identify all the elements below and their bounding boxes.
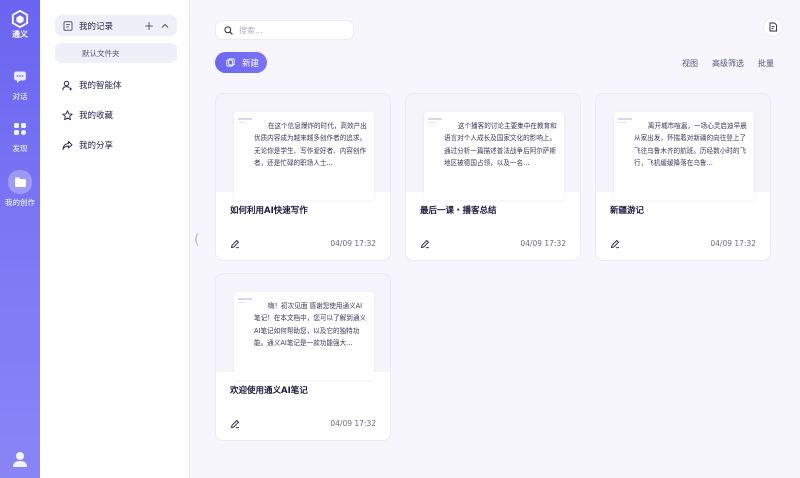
- card-title: 最后一课・播客总结: [420, 206, 497, 216]
- sidebar-item-shares[interactable]: 我的分享: [62, 139, 113, 151]
- new-button[interactable]: 新建: [215, 52, 267, 73]
- main-content: 新建 视图 高级筛选 批量 在这个信息爆炸的时代，高效产出优质内容成为越来越多创…: [191, 0, 800, 478]
- card-excerpt: 在这个信息爆炸的时代，高效产出优质内容成为越来越多创作者的追求。无论你是学生、写…: [254, 122, 367, 168]
- card-paper: 在这个信息爆炸的时代，高效产出优质内容成为越来越多创作者的追求。无论你是学生、写…: [234, 112, 374, 200]
- card-title: 如何利用AI快速写作: [230, 206, 308, 216]
- rail-item-label: 我的创作: [5, 198, 35, 207]
- star-icon: [62, 109, 73, 120]
- search-icon: [224, 25, 233, 35]
- edit-icon[interactable]: [610, 239, 620, 249]
- rail-item-label: 对话: [12, 92, 28, 101]
- card-preview: 离开城市喧嚣，一场心灵启迪早晨从家出发，怀揣着对新疆的向往登上了飞往乌鲁木齐的航…: [596, 94, 770, 200]
- card-excerpt: 嗨！初次见面 感谢您使用通义AI笔记！在本文档中，您可以了解到通义AI笔记如何帮…: [254, 302, 367, 348]
- card-date: 04/09 17:32: [710, 239, 756, 248]
- default-folder[interactable]: 默认文件夹: [55, 43, 177, 63]
- card-date: 04/09 17:32: [520, 239, 566, 248]
- card-title: 新疆游记: [610, 206, 645, 216]
- agent-icon: [62, 80, 73, 91]
- note-add-icon: [769, 22, 777, 32]
- new-document-icon: [226, 58, 235, 67]
- default-folder-label: 默认文件夹: [82, 48, 120, 58]
- note-card[interactable]: 离开城市喧嚣，一场心灵启迪早晨从家出发，怀揣着对新疆的向往登上了飞往乌鲁木齐的航…: [595, 93, 771, 261]
- user-avatar-icon[interactable]: [11, 450, 29, 468]
- advanced-filter-button[interactable]: 高级筛选: [712, 58, 744, 69]
- rail-item-my-creations[interactable]: 我的创作: [0, 170, 40, 208]
- card-paper: 这个播客的讨论主要集中在教育和语言对个人成长及国家文化的影响上。通过分析一篇描述…: [424, 112, 564, 200]
- card-preview: 嗨！初次见面 感谢您使用通义AI笔记！在本文档中，您可以了解到通义AI笔记如何帮…: [216, 274, 390, 380]
- new-button-label: 新建: [242, 58, 260, 69]
- chat-icon: [9, 66, 31, 88]
- edit-icon[interactable]: [230, 239, 240, 249]
- card-preview: 这个播客的讨论主要集中在教育和语言对个人成长及国家文化的影响上。通过分析一篇描述…: [406, 94, 580, 200]
- note-card[interactable]: 嗨！初次见面 感谢您使用通义AI笔记！在本文档中，您可以了解到通义AI笔记如何帮…: [215, 273, 391, 441]
- card-excerpt: 这个播客的讨论主要集中在教育和语言对个人成长及国家文化的影响上。通过分析一篇描述…: [444, 122, 557, 168]
- card-title: 欢迎使用通义AI笔记: [230, 386, 308, 396]
- add-folder-icon[interactable]: +: [144, 20, 154, 32]
- sidebar-item-label: 我的智能体: [79, 81, 122, 91]
- grid-icon: [9, 118, 31, 140]
- tongyi-logo-icon: [11, 10, 29, 28]
- sidebar-collapse-handle[interactable]: (: [194, 232, 199, 248]
- batch-button[interactable]: 批量: [758, 58, 774, 69]
- sidebar-item-label: 我的分享: [79, 141, 114, 151]
- app-name: 通义: [12, 30, 28, 39]
- sidebar-item-label: 我的收藏: [79, 111, 114, 121]
- sidebar-item-favorites[interactable]: 我的收藏: [62, 109, 113, 121]
- left-rail: 通义 对话 发现 我的创作: [0, 0, 40, 478]
- rail-item-label: 发现: [12, 144, 28, 153]
- card-date: 04/09 17:32: [330, 419, 376, 428]
- rail-item-chat[interactable]: 对话: [0, 66, 40, 102]
- my-records-header[interactable]: 我的记录 +: [55, 15, 177, 36]
- chevron-up-icon[interactable]: [161, 22, 169, 30]
- rail-item-discover[interactable]: 发现: [0, 118, 40, 154]
- share-icon: [62, 140, 73, 150]
- card-paper: 嗨！初次见面 感谢您使用通义AI笔记！在本文档中，您可以了解到通义AI笔记如何帮…: [234, 292, 374, 380]
- sidebar: 我的记录 + 默认文件夹 我的智能体 我的收藏 我的分享: [40, 0, 190, 478]
- edit-icon[interactable]: [230, 419, 240, 429]
- card-preview: 在这个信息爆炸的时代，高效产出优质内容成为越来越多创作者的追求。无论你是学生、写…: [216, 94, 390, 200]
- new-note-icon-button[interactable]: [763, 17, 783, 37]
- note-card[interactable]: 在这个信息爆炸的时代，高效产出优质内容成为越来越多创作者的追求。无论你是学生、写…: [215, 93, 391, 261]
- my-records-label: 我的记录: [79, 21, 114, 32]
- records-doc-icon: [63, 20, 73, 31]
- edit-icon[interactable]: [420, 239, 430, 249]
- note-card[interactable]: 这个播客的讨论主要集中在教育和语言对个人成长及国家文化的影响上。通过分析一篇描述…: [405, 93, 581, 261]
- sidebar-item-agents[interactable]: 我的智能体: [62, 79, 122, 91]
- search-input[interactable]: [239, 25, 349, 35]
- search-box[interactable]: [215, 20, 354, 40]
- app-logo[interactable]: 通义: [11, 10, 29, 40]
- view-button[interactable]: 视图: [682, 58, 698, 69]
- card-excerpt: 离开城市喧嚣，一场心灵启迪早晨从家出发，怀揣着对新疆的向往登上了飞往乌鲁木齐的航…: [634, 122, 747, 168]
- card-date: 04/09 17:32: [330, 239, 376, 248]
- folder-icon: [8, 170, 32, 194]
- card-paper: 离开城市喧嚣，一场心灵启迪早晨从家出发，怀揣着对新疆的向往登上了飞往乌鲁木齐的航…: [614, 112, 754, 200]
